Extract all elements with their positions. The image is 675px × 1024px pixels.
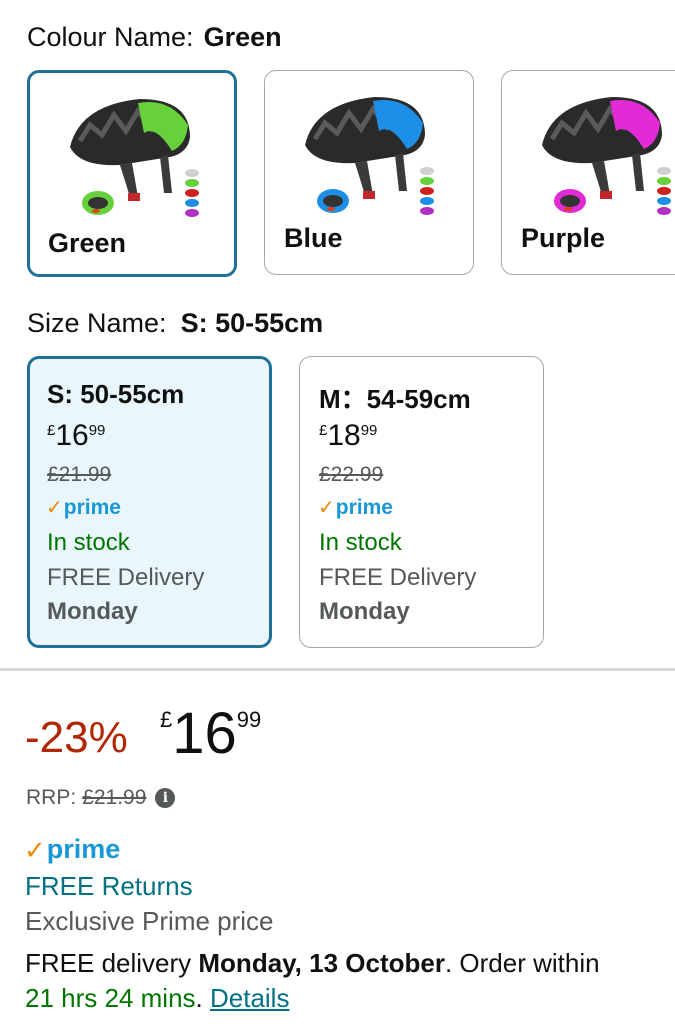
delivery-text: FREE Delivery [319,564,477,591]
colour-swatch-purple[interactable]: Purple [501,70,675,275]
colour-swatch-label: Green [48,228,127,258]
helmet-purple-image [542,97,671,215]
rrp-line: RRP: £21.99 i [26,786,176,810]
colour-name-label: Colour Name: [27,22,194,52]
size-option-was-price: £21.99 [47,463,112,486]
delivery-date: Monday, 13 October [198,948,445,978]
current-price: £1699 [160,701,262,766]
prime-badge: ✓ prime [46,496,121,519]
countdown-time: 21 hrs 24 mins [25,983,196,1013]
size-option-was-price: £22.99 [319,463,384,486]
size-option-name: S: 50-55cm [47,379,185,409]
prime-check-icon: ✓ [46,497,63,519]
size-option-s[interactable]: S: 50-55cm £1699 £21.99 ✓ prime In stock … [27,356,272,648]
rrp-value: £21.99 [82,786,147,809]
prime-logo-main: ✓ prime [24,834,121,865]
size-option-price: £1699 [47,419,106,452]
delivery-text: FREE Delivery [47,564,205,591]
colour-swatch-green[interactable]: Green [27,70,237,277]
discount-percentage: -23% [25,713,128,762]
colour-swatch-label: Purple [521,223,606,253]
colour-swatch-label: Blue [284,223,343,253]
details-link[interactable]: Details [210,983,289,1013]
size-name-label: Size Name: [27,308,167,338]
order-countdown: 21 hrs 24 mins. Details [25,983,290,1013]
helmet-blue-image [305,97,434,215]
size-name-heading: Size Name: S: 50-55cm [27,308,323,339]
section-divider [0,668,675,671]
exclusive-prime-price-text: Exclusive Prime price [25,906,274,936]
prime-check-icon: ✓ [24,835,46,865]
prime-check-icon: ✓ [318,497,335,519]
info-icon[interactable]: i [155,788,176,808]
colour-name-value: Green [203,22,282,52]
helmet-green-image [70,99,199,217]
size-option-price: £1899 [319,419,378,452]
colour-swatch-blue[interactable]: Blue [264,70,474,275]
delivery-day: Monday [319,598,410,625]
size-name-value: S: 50-55cm [180,308,324,338]
delivery-info: FREE delivery Monday, 13 October. Order … [25,948,600,978]
prime-badge: ✓ prime [318,496,393,519]
delivery-day: Monday [47,598,138,625]
stock-status: In stock [47,529,130,556]
size-option-m[interactable]: M：54-59cm £1899 £22.99 ✓ prime In stock F… [299,356,544,648]
free-returns-link[interactable]: FREE Returns [25,871,193,902]
stock-status: In stock [319,529,402,556]
rrp-label: RRP: [26,786,77,809]
size-option-name: M：54-59cm [319,384,471,414]
colour-name-heading: Colour Name: Green [27,22,282,53]
